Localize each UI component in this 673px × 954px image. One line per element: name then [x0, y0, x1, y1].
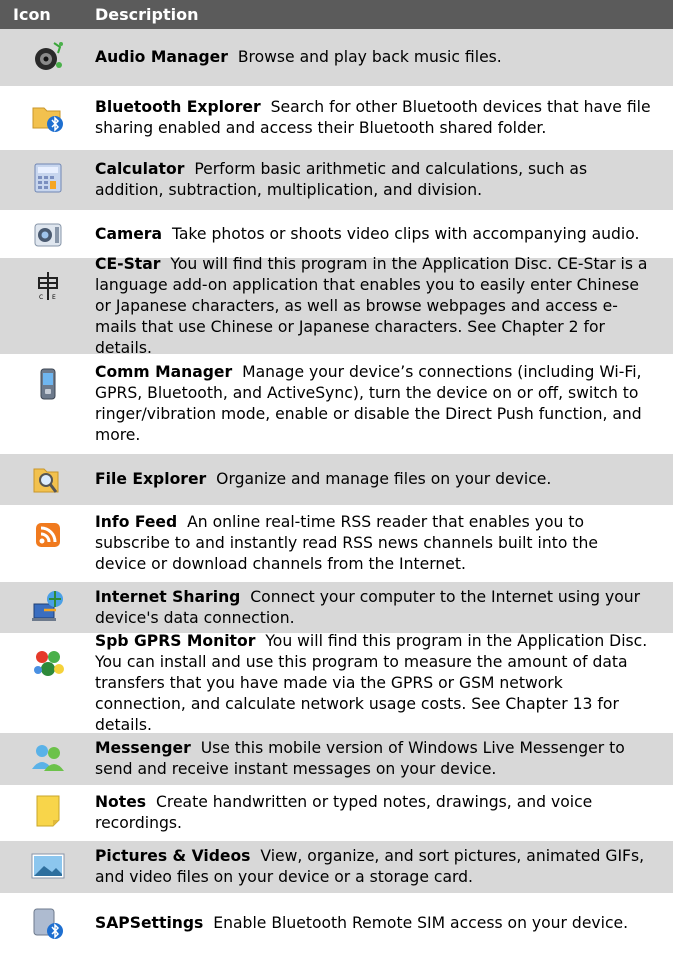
program-name: Audio Manager — [95, 48, 228, 66]
table-row: File Explorer Organize and manage files … — [0, 454, 673, 507]
program-name: Messenger — [95, 739, 191, 757]
table-row: Calculator Perform basic arithmetic and … — [0, 150, 673, 212]
program-description: Organize and manage files on your device… — [216, 470, 552, 488]
program-name: Spb GPRS Monitor — [95, 631, 256, 650]
camera-icon — [34, 223, 61, 247]
comm-manager-icon — [40, 368, 55, 400]
program-name: SAPSettings — [95, 914, 204, 932]
sap-settings-icon — [33, 908, 63, 939]
header-description-column: Description — [95, 5, 199, 24]
table-header: Icon Description — [0, 0, 673, 29]
table-row: Camera Take photos or shoots video clips… — [0, 212, 673, 258]
pictures-videos-icon — [31, 853, 64, 879]
bluetooth-explorer-icon — [32, 107, 63, 132]
table-row: Info Feed An online real-time RSS reader… — [0, 507, 673, 582]
program-table: Icon Description Audio Manager Browse an… — [0, 0, 673, 954]
program-description: Take photos or shoots video clips with a… — [171, 224, 640, 243]
messenger-icon — [31, 745, 64, 771]
header-icon-column: Icon — [13, 5, 51, 24]
program-name: Comm Manager — [95, 363, 233, 381]
table-row: Comm Manager Manage your device’s connec… — [0, 356, 673, 454]
table-row: Audio Manager Browse and play back music… — [0, 29, 673, 88]
ce-star-icon: CE — [37, 272, 58, 301]
program-name: Info Feed — [95, 513, 178, 531]
program-name: Bluetooth Explorer — [95, 98, 261, 116]
table-row: CE CE-Star You will find this program in… — [0, 254, 673, 357]
program-name: Internet Sharing — [95, 587, 241, 606]
table-row: Internet Sharing Connect your computer t… — [0, 582, 673, 635]
table-row: Notes Create handwritten or typed notes,… — [0, 787, 673, 841]
program-name: File Explorer — [95, 470, 207, 488]
program-description: Enable Bluetooth Remote SIM access on yo… — [213, 914, 629, 932]
table-row: Spb GPRS Monitor You will find this prog… — [0, 631, 673, 734]
file-explorer-icon — [33, 468, 58, 493]
program-description: Browse and play back music files. — [237, 48, 502, 66]
table-row: SAPSettings Enable Bluetooth Remote SIM … — [0, 895, 673, 954]
program-description: You will find this program in the Applic… — [95, 254, 648, 357]
rss-icon — [35, 523, 60, 547]
audio-manager-icon — [34, 42, 63, 70]
program-name: Camera — [95, 224, 163, 243]
svg-text:C: C — [39, 294, 43, 301]
table-row: Messenger Use this mobile version of Win… — [0, 733, 673, 787]
program-name: Notes — [95, 793, 147, 811]
program-name: CE-Star — [95, 254, 161, 273]
gprs-monitor-icon — [33, 651, 64, 676]
calculator-icon — [34, 163, 61, 193]
table-row: Pictures & Videos View, organize, and so… — [0, 841, 673, 895]
program-name: Calculator — [95, 160, 185, 178]
table-row: Bluetooth Explorer Search for other Blue… — [0, 88, 673, 150]
svg-text:E: E — [52, 294, 56, 301]
notes-icon — [36, 795, 59, 827]
program-description: Create handwritten or typed notes, drawi… — [95, 793, 593, 832]
program-name: Pictures & Videos — [95, 847, 251, 865]
internet-sharing-icon — [31, 591, 63, 621]
